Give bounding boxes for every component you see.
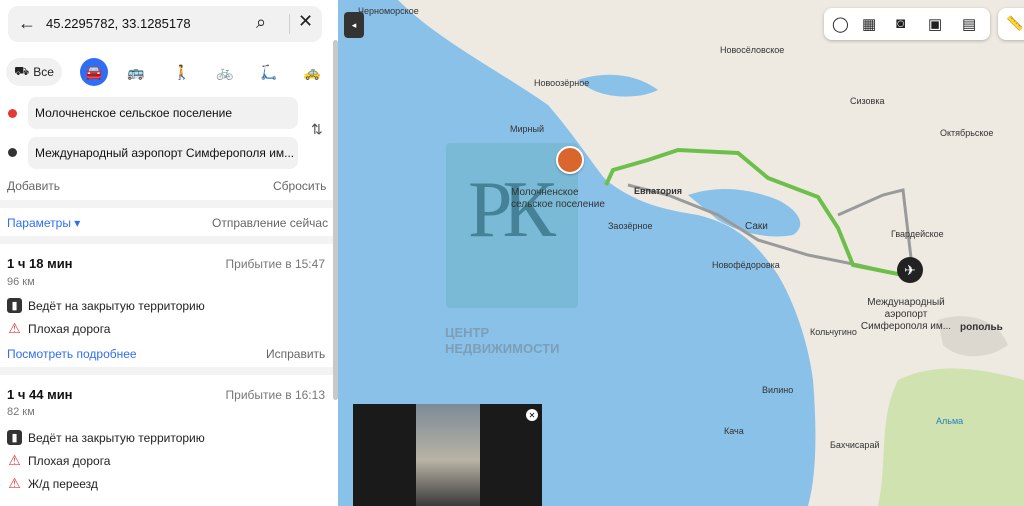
search-icon[interactable]: ⌕: [256, 12, 266, 33]
route-distance: 82 км: [7, 406, 35, 418]
divider: [0, 367, 338, 375]
warning-railway-crossing: ⚠ Ж/д переезд: [7, 475, 98, 491]
params-label: Параметры: [7, 216, 71, 230]
swap-icon[interactable]: ⇅: [311, 121, 323, 138]
place-label: Саки: [745, 221, 768, 232]
map-controls: ◯ ▦ ◙ ▣ ▤: [824, 8, 990, 40]
watermark-text: НЕДВИЖИМОСТИ: [445, 341, 560, 356]
place-label: Кача: [724, 426, 744, 436]
place-label: Гвардейское: [891, 229, 944, 239]
search-box[interactable]: ← 45.2295782, 33.1285178 ⌕ ✕: [8, 6, 322, 42]
place-label: Кольчугино: [810, 327, 857, 337]
transport-modes: ⛟ Все 🚘 🚌 🚶 🚲 🛴 🚕: [0, 58, 338, 88]
route-duration: 1 ч 44 мин: [7, 387, 73, 402]
barrier-icon: ▮: [7, 430, 22, 445]
video-overlay[interactable]: ✕: [353, 404, 542, 506]
divider: [289, 14, 290, 34]
ruler-button[interactable]: 📏: [998, 8, 1024, 40]
car-bus-icon: ⛟: [14, 64, 30, 78]
place-label: Новофёдоровка: [712, 260, 780, 270]
route-arrival: Прибытие в 16:13: [225, 388, 325, 402]
warning-text: Плохая дорога: [28, 453, 111, 468]
lake-north: [578, 74, 658, 97]
car-icon[interactable]: 🚘: [80, 58, 108, 86]
railway-crossing-icon: ⚠: [8, 475, 21, 491]
warning-text: Ведёт на закрытую территорию: [28, 298, 205, 313]
ruler-icon: 📏: [1006, 15, 1024, 31]
divider: [0, 236, 338, 244]
close-video-icon[interactable]: ✕: [526, 409, 538, 421]
warning-closed-territory: ▮ Ведёт на закрытую территорию: [7, 430, 205, 445]
walk-icon[interactable]: 🚶: [170, 58, 194, 86]
map-type-icon[interactable]: ▤: [962, 15, 976, 33]
place-label: Бахчисарай: [830, 440, 880, 450]
route-details-link[interactable]: Посмотреть подробнее: [7, 347, 137, 361]
taxi-icon[interactable]: 🚕: [300, 58, 324, 86]
barrier-icon: ▮: [7, 298, 22, 313]
bus-icon[interactable]: 🚌: [124, 58, 148, 86]
end-point-icon: [8, 148, 17, 157]
place-label: Сизовка: [850, 96, 885, 106]
close-icon[interactable]: ✕: [298, 11, 313, 32]
video-frame: [416, 404, 480, 506]
watermark-text: ЦЕНТР: [445, 325, 490, 340]
place-label: Октябрьское: [940, 128, 994, 138]
layers-icon[interactable]: ◯: [832, 15, 849, 33]
panorama-icon[interactable]: ◙: [896, 15, 905, 32]
start-point-icon: [8, 109, 17, 118]
place-label: ропольь: [960, 322, 1003, 333]
place-label-molochnenskoe: Молочненское сельское поселение: [511, 187, 605, 210]
warning-closed-territory: ▮ Ведёт на закрытую территорию: [7, 298, 205, 313]
params-dropdown[interactable]: Параметры ▾: [7, 216, 80, 230]
route-panel: ← 45.2295782, 33.1285178 ⌕ ✕ ⛟ Все 🚘 🚌 🚶 …: [0, 0, 338, 506]
place-label-airport: Международный аэропорт Симферополя им...: [860, 297, 952, 332]
start-marker-icon[interactable]: [556, 146, 584, 174]
place-label: Черноморское: [358, 6, 419, 16]
warning-triangle-icon: ⚠: [8, 452, 21, 468]
search-input[interactable]: 45.2295782, 33.1285178: [46, 16, 191, 31]
map-mode-icon[interactable]: ▦: [862, 15, 876, 33]
place-label: Вилино: [762, 385, 794, 395]
collapse-panel-button[interactable]: ◂: [344, 12, 364, 38]
warning-bad-road: ⚠ Плохая дорога: [7, 452, 111, 468]
back-arrow-icon[interactable]: ←: [18, 13, 36, 34]
mode-all-button[interactable]: ⛟ Все: [6, 58, 62, 86]
to-field[interactable]: Международный аэропорт Симферополя им...: [28, 137, 298, 169]
airport-marker-icon[interactable]: ✈: [897, 257, 923, 283]
scooter-icon[interactable]: 🛴: [257, 58, 281, 86]
place-label: Мирный: [510, 124, 544, 134]
reset-link[interactable]: Сбросить: [273, 179, 326, 193]
place-label: Новосёловское: [720, 45, 785, 55]
route-distance: 96 км: [7, 276, 35, 288]
transport-icon[interactable]: ▣: [928, 15, 942, 33]
warning-text: Плохая дорога: [28, 321, 111, 336]
place-label: Заозёрное: [608, 221, 653, 231]
warning-text: Ведёт на закрытую территорию: [28, 430, 205, 445]
route-fix-link[interactable]: Исправить: [266, 347, 325, 361]
warning-text: Ж/д переезд: [28, 476, 98, 491]
warning-triangle-icon: ⚠: [8, 320, 21, 336]
river-label: Альма: [936, 416, 964, 426]
from-field[interactable]: Молочненское сельское поселение: [28, 97, 298, 129]
place-label: Новоозёрное: [534, 78, 590, 88]
place-label: Евпатория: [634, 186, 683, 196]
departure-selector[interactable]: Отправление сейчас: [212, 216, 328, 230]
mode-all-label: Все: [33, 65, 54, 79]
warning-bad-road: ⚠ Плохая дорога: [7, 320, 111, 336]
land-green: [878, 368, 1024, 506]
add-point-link[interactable]: Добавить: [7, 179, 60, 193]
divider: [0, 200, 338, 208]
route-arrival: Прибытие в 15:47: [225, 257, 325, 271]
bicycle-icon[interactable]: 🚲: [213, 58, 237, 86]
route-duration: 1 ч 18 мин: [7, 256, 73, 271]
